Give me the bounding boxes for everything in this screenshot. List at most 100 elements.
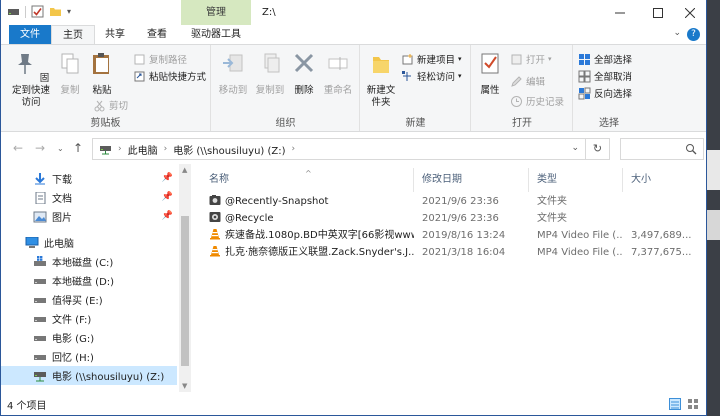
- new-folder-button[interactable]: 新建文件夹: [365, 51, 397, 109]
- nav-item-drive-e[interactable]: 值得买 (E:): [1, 290, 177, 309]
- close-button[interactable]: [673, 0, 706, 25]
- nav-item-pictures[interactable]: 图片 📌: [1, 207, 177, 226]
- ribbon: 固定到快速访问 复制 粘贴 复制路径 粘贴快捷方式 剪切 剪贴板 移动到 复制到…: [1, 44, 706, 132]
- tab-share[interactable]: 共享: [97, 25, 133, 44]
- nav-label: 本地磁盘 (C:): [52, 258, 114, 269]
- pin-icon: 📌: [161, 211, 173, 221]
- nav-item-drive-h[interactable]: 回忆 (H:): [1, 347, 177, 366]
- qat-dropdown-icon[interactable]: ▾: [67, 7, 71, 16]
- file-date: 2021/9/6 23:36: [422, 196, 499, 207]
- new-item-icon: [402, 53, 413, 64]
- nav-scrollbar[interactable]: ▲ ▼: [179, 164, 191, 392]
- recent-dropdown-icon[interactable]: ⌄: [57, 144, 64, 153]
- details-view-icon[interactable]: [669, 398, 681, 410]
- delete-x-icon: [294, 53, 314, 73]
- file-name-cell: 扎克·施奈德版正义联盟.Zack.Snyder's.J...: [201, 244, 414, 261]
- paste-shortcut-icon: [134, 71, 145, 81]
- select-all-button[interactable]: 全部选择: [578, 51, 632, 67]
- tab-home[interactable]: 主页: [51, 25, 95, 45]
- table-row[interactable]: @Recycle 2021/9/6 23:36 文件夹: [201, 210, 696, 227]
- minimize-button[interactable]: [603, 0, 637, 25]
- breadcrumb-drive-z[interactable]: 电影 (\\shousiluyu) (Z:): [173, 142, 285, 157]
- scrollbar-thumb[interactable]: [181, 216, 189, 366]
- back-arrow-icon[interactable]: ←: [13, 141, 23, 155]
- table-row[interactable]: 扎克·施奈德版正义联盟.Zack.Snyder's.J... 2021/3/18…: [201, 244, 696, 261]
- context-tab-manage[interactable]: 管理: [181, 0, 251, 25]
- easy-access-label: 轻松访问: [417, 72, 456, 83]
- rename-button[interactable]: 重命名: [320, 51, 356, 97]
- nav-item-drive-d[interactable]: 本地磁盘 (D:): [1, 271, 177, 290]
- open-button[interactable]: 打开 ▾: [510, 51, 552, 67]
- nav-item-this-pc[interactable]: 此电脑: [1, 233, 177, 252]
- maximize-button[interactable]: [641, 0, 675, 25]
- pin-quick-access-button[interactable]: 固定到快速访问: [9, 51, 53, 109]
- up-arrow-icon[interactable]: ↑: [73, 141, 83, 155]
- forward-arrow-icon[interactable]: →: [35, 141, 45, 155]
- copy-to-icon: [264, 53, 280, 73]
- breadcrumb-this-pc[interactable]: 此电脑: [128, 142, 158, 157]
- properties-button[interactable]: 属性: [478, 51, 502, 97]
- new-group-label: 新建: [405, 118, 426, 129]
- file-type: MP4 Video File (...: [537, 230, 623, 241]
- background-window: [707, 210, 720, 240]
- copy-path-button[interactable]: 复制路径: [133, 51, 187, 67]
- scroll-up-icon[interactable]: ▲: [182, 166, 187, 174]
- quick-access-toolbar: ▾: [7, 5, 71, 18]
- move-to-button[interactable]: 移动到: [216, 51, 250, 97]
- nav-item-drive-g[interactable]: 电影 (G:): [1, 328, 177, 347]
- copy-path-label: 复制路径: [149, 55, 188, 66]
- tab-file[interactable]: 文件: [9, 25, 51, 44]
- file-size: [623, 210, 696, 227]
- ribbon-tabs: 文件 主页 共享 查看 驱动器工具 ⌄ ?: [1, 25, 706, 45]
- file-explorer-window: ▾ 管理 Z:\ 文件 主页 共享 查看 驱动器工具 ⌄ ? 固定到快速访问 复…: [0, 0, 707, 416]
- copy-button[interactable]: 复制: [57, 51, 83, 97]
- delete-button[interactable]: 删除: [292, 51, 316, 97]
- nav-item-documents[interactable]: 文档 📌: [1, 188, 177, 207]
- table-row[interactable]: 疾速备战.1080p.BD中英双字[66影视www... 2019/8/16 1…: [201, 227, 696, 244]
- nav-item-drive-z[interactable]: 电影 (\\shousiluyu) (Z:): [1, 366, 177, 385]
- scroll-down-icon[interactable]: ▼: [182, 382, 187, 390]
- column-date[interactable]: 修改日期: [414, 168, 529, 192]
- file-name-cell: @Recently-Snapshot: [201, 193, 414, 210]
- clipboard-group-label: 剪贴板: [90, 118, 121, 129]
- tab-drive-tools[interactable]: 驱动器工具: [181, 25, 251, 44]
- history-label: 历史记录: [526, 97, 565, 108]
- cut-small-button[interactable]: 剪切: [93, 97, 128, 113]
- easy-access-button[interactable]: 轻松访问 ▾: [401, 68, 462, 84]
- history-icon: [511, 95, 522, 107]
- table-row[interactable]: @Recently-Snapshot 2021/9/6 23:36 文件夹: [201, 193, 696, 210]
- search-input[interactable]: [620, 138, 704, 160]
- large-icons-view-icon[interactable]: [687, 398, 699, 410]
- select-none-label: 全部取消: [594, 72, 633, 83]
- nav-item-drive-f[interactable]: 文件 (F:): [1, 309, 177, 328]
- nav-item-downloads[interactable]: 下载 📌: [1, 169, 177, 188]
- network-drive-icon: [34, 371, 46, 381]
- address-bar[interactable]: › 此电脑 › 电影 (\\shousiluyu) (Z:) › ⌄ ↻: [92, 138, 610, 160]
- edit-button[interactable]: 编辑: [510, 73, 545, 89]
- paste-shortcut-button[interactable]: 粘贴快捷方式: [133, 68, 206, 84]
- new-folder-icon[interactable]: [49, 5, 62, 18]
- column-type[interactable]: 类型: [529, 168, 623, 192]
- ribbon-collapse-icon[interactable]: ⌄: [673, 28, 681, 38]
- vlc-cone-icon: [210, 229, 220, 240]
- download-arrow-icon: [35, 172, 45, 184]
- file-type: MP4 Video File (...: [537, 247, 623, 258]
- invert-selection-button[interactable]: 反向选择: [578, 85, 632, 101]
- properties-check-icon[interactable]: [31, 5, 44, 18]
- tab-view[interactable]: 查看: [139, 25, 175, 44]
- copy-to-button[interactable]: 复制到: [252, 51, 288, 97]
- history-button[interactable]: 历史记录: [510, 93, 564, 109]
- select-none-button[interactable]: 全部取消: [578, 68, 632, 84]
- drive-icon: [34, 278, 46, 284]
- column-name[interactable]: ^ 名称: [201, 168, 414, 192]
- address-dropdown-icon[interactable]: ⌄: [571, 143, 579, 153]
- help-icon[interactable]: ?: [687, 28, 700, 41]
- paste-button[interactable]: 粘贴: [89, 51, 115, 97]
- new-folder-label: 新建文件夹: [366, 85, 396, 108]
- copy-icon: [61, 53, 79, 74]
- nav-item-drive-c[interactable]: 本地磁盘 (C:): [1, 252, 177, 271]
- refresh-icon[interactable]: ↻: [585, 139, 609, 159]
- new-item-button[interactable]: 新建项目 ▾: [401, 51, 462, 67]
- column-size[interactable]: 大小: [623, 168, 696, 192]
- drive-icon: [34, 354, 46, 360]
